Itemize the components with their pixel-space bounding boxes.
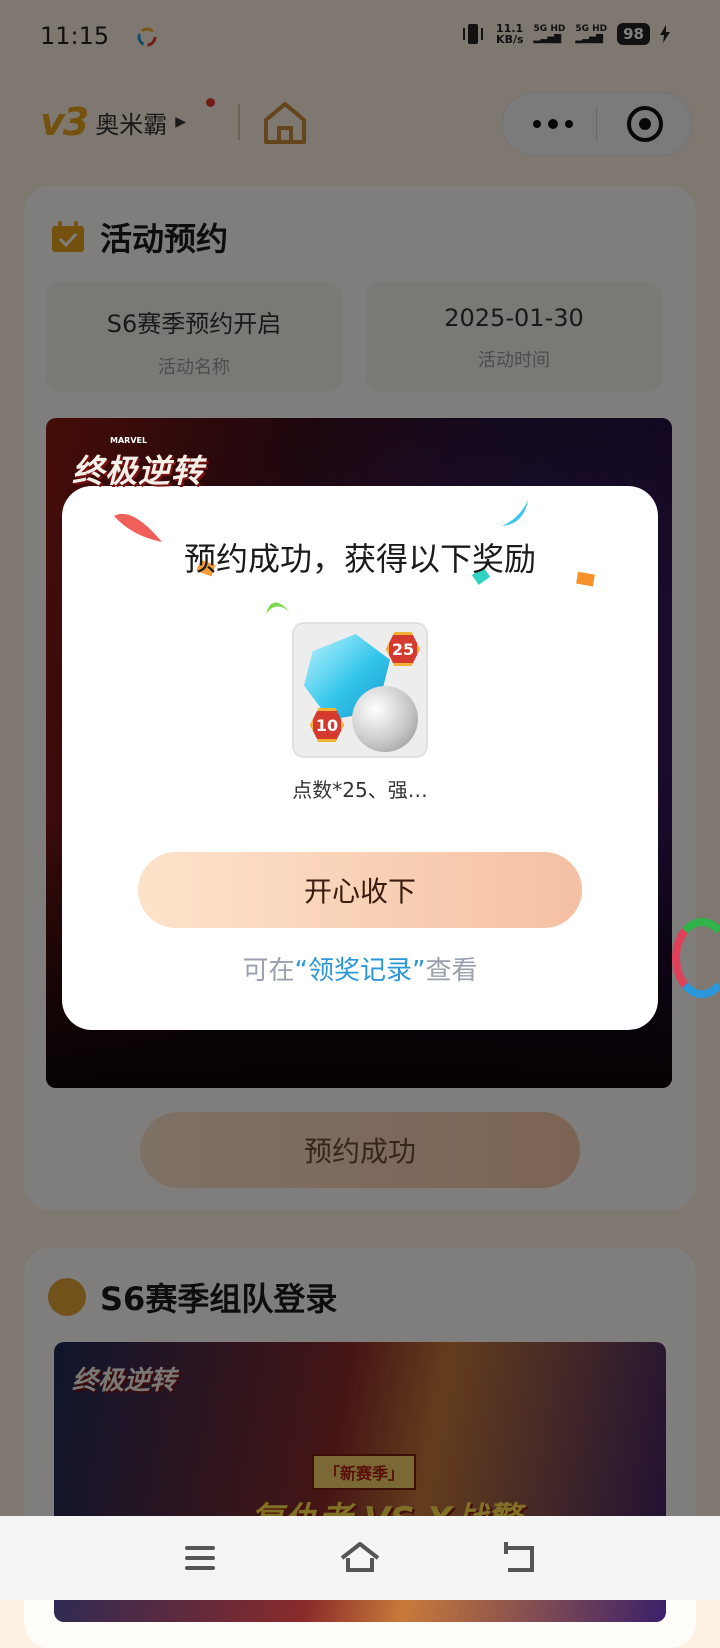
reward-item[interactable]: 25 10 <box>292 622 428 758</box>
accept-button[interactable]: 开心收下 <box>138 852 582 928</box>
confetti-icon <box>502 500 528 526</box>
reward-modal: 预约成功，获得以下奖励 25 10 点数*25、强… 开心收下 可在“领奖记录”… <box>62 486 658 1030</box>
record-hint-suffix: 查看 <box>425 956 478 986</box>
page: 11:15 11.1 KB/s 5G HD ▂▃▅▇ 5G HD ▂▃▅▇ <box>0 0 720 1648</box>
reward-record-link[interactable]: “领奖记录” <box>295 956 426 986</box>
pearl-icon <box>352 686 418 752</box>
record-hint: 可在“领奖记录”查看 <box>62 950 658 987</box>
modal-title: 预约成功，获得以下奖励 <box>183 540 536 578</box>
menu-icon[interactable] <box>178 1536 222 1580</box>
marvel-logo: MARVEL <box>110 436 148 445</box>
reward-label: 点数*25、强… <box>292 778 428 802</box>
back-icon[interactable] <box>498 1536 542 1580</box>
system-nav-bar <box>0 1516 720 1600</box>
reward-count-badge: 25 <box>386 632 420 666</box>
game-logo: 终极逆转 <box>72 452 205 490</box>
home-icon[interactable] <box>338 1536 382 1580</box>
confetti-icon <box>266 602 290 614</box>
record-hint-prefix: 可在 <box>242 956 295 986</box>
